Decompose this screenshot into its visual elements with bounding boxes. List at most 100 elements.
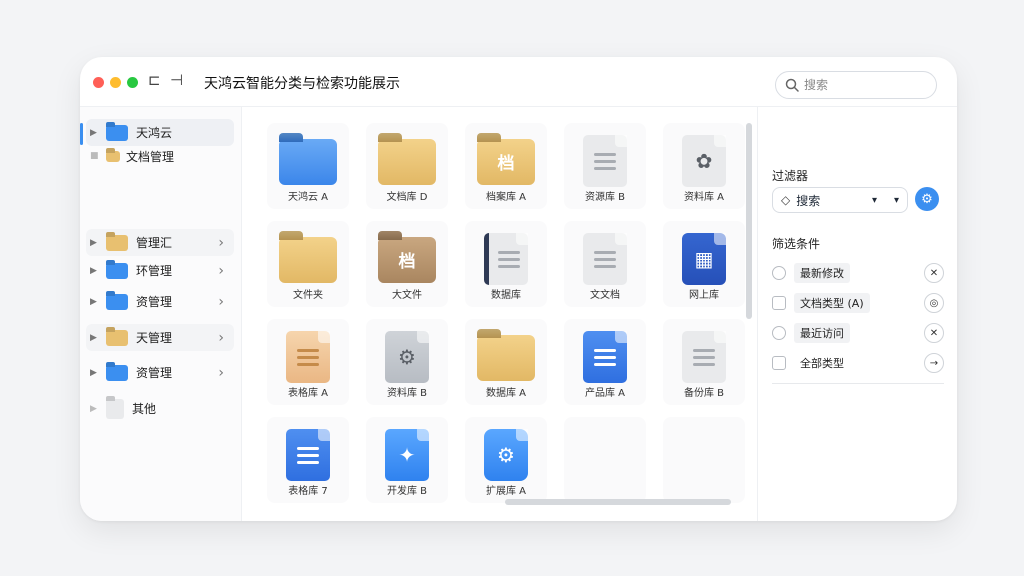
document-icon xyxy=(286,331,330,383)
document-icon xyxy=(286,429,330,481)
grid-item[interactable]: ⚙ 扩展库 A xyxy=(465,417,547,503)
grid-item[interactable]: 文档库 D xyxy=(366,123,448,209)
title-bar: ⊏ ⊣ 天鸿云智能分类与检索功能展示 xyxy=(80,57,957,107)
grid-item-label: 大文件 xyxy=(392,290,422,301)
grid-item[interactable]: 档 大文件 xyxy=(366,221,448,307)
minimize-window-button[interactable] xyxy=(110,77,121,88)
expand-caret-icon[interactable]: ▶ xyxy=(90,368,102,378)
grid-item-label: 产品库 A xyxy=(584,388,626,399)
sidebar-item-huanguanli[interactable]: ▶ 环管理 › xyxy=(86,257,234,284)
sidebar-item-label: 环管理 xyxy=(136,264,173,278)
grid-app-icon: ▦ xyxy=(682,233,726,285)
grid-item-label: 资源库 B xyxy=(584,192,626,203)
folder-icon xyxy=(106,364,128,381)
grid-item[interactable]: 产品库 A xyxy=(564,319,646,405)
filter-option[interactable]: 全部类型 → xyxy=(772,352,944,374)
filter-option-label: 最近访问 xyxy=(794,323,850,343)
grid-item[interactable]: ✿ 资料库 A xyxy=(663,123,745,209)
search-field[interactable] xyxy=(775,71,937,99)
file-grid: 天鸿云 A 文档库 D 档 档案库 A 资源库 B ✿ 资料库 A 文件夹 档 … xyxy=(243,107,756,521)
archive-folder-icon: 档 xyxy=(477,139,535,185)
gear-app-icon: ⚙ xyxy=(484,429,528,481)
filter-settings-button[interactable]: ⚙ xyxy=(915,187,939,211)
grid-item[interactable]: ▦ 网上库 xyxy=(663,221,745,307)
filter-select-value: 搜索 xyxy=(796,193,821,208)
grid-item-label: 资料库 B xyxy=(386,388,428,399)
vertical-scrollbar[interactable] xyxy=(746,123,752,319)
grid-item[interactable]: 天鸿云 A xyxy=(267,123,349,209)
sidebar-item-huiguanli[interactable]: ▶ 管理汇 › xyxy=(86,229,234,256)
robot-icon: ⚙ xyxy=(385,331,429,383)
filter-select[interactable]: ◇ 搜索 ▾ ▾ xyxy=(772,187,908,213)
checkbox[interactable] xyxy=(772,356,786,370)
grid-item-label: 备份库 B xyxy=(683,388,725,399)
sidebar-item-label: 文档管理 xyxy=(126,149,175,164)
sidebar: ▶ 天鸿云 ■ 文档管理 ▶ 管理汇 › ▶ 环管理 › ▶ 资管理 › ▶ 天… xyxy=(80,107,242,521)
sidebar-item-ziguanli-2[interactable]: ▶ 资管理 › xyxy=(86,359,234,386)
close-window-button[interactable] xyxy=(93,77,104,88)
chevron-right-icon: › xyxy=(218,234,224,251)
chevron-down-icon[interactable]: ▾ xyxy=(894,195,899,206)
expand-caret-icon[interactable]: ▶ xyxy=(90,333,102,343)
radio-button[interactable] xyxy=(772,266,786,280)
folder-icon xyxy=(106,262,128,279)
grid-item[interactable]: 表格库 A xyxy=(267,319,349,405)
grid-item-label: 开发库 B xyxy=(386,486,428,497)
sidebar-item-label: 管理汇 xyxy=(136,236,173,250)
search-input[interactable] xyxy=(804,78,924,92)
chevron-right-icon: › xyxy=(218,262,224,279)
expand-caret-icon[interactable]: ▶ xyxy=(90,238,102,248)
sidebar-item-tianguanli[interactable]: ▶ 天管理 › xyxy=(86,324,234,351)
sidebar-item-tianhongyun[interactable]: ▶ 天鸿云 xyxy=(86,119,234,146)
filter-heading: 过滤器 xyxy=(772,169,809,183)
grid-item[interactable]: 数据库 xyxy=(465,221,547,307)
checkbox[interactable] xyxy=(772,296,786,310)
filter-option[interactable]: 最新修改 ✕ xyxy=(772,262,944,284)
sidebar-item-ziguanli[interactable]: ▶ 资管理 › xyxy=(86,288,234,315)
folder-icon xyxy=(106,124,128,141)
grid-item[interactable]: ⚙ 资料库 B xyxy=(366,319,448,405)
filter-option[interactable]: 文档类型 (A) ◎ xyxy=(772,292,944,314)
chevron-down-icon[interactable]: ▾ xyxy=(872,195,877,206)
grid-item-label: 文档库 D xyxy=(386,192,428,203)
expand-caret-icon[interactable]: ▶ xyxy=(90,404,102,414)
sidebar-item-docs[interactable]: ■ 文档管理 xyxy=(86,145,234,167)
grid-item-label: 网上库 xyxy=(689,290,719,301)
grid-item[interactable]: ✦ 开发库 B xyxy=(366,417,448,503)
grid-item[interactable]: 资源库 B xyxy=(564,123,646,209)
book-icon xyxy=(484,233,528,285)
folder-icon xyxy=(279,139,337,185)
nav-icon[interactable]: ⊣ xyxy=(170,71,183,89)
horizontal-scrollbar[interactable] xyxy=(505,499,731,505)
grid-item-label: 天鸿云 A xyxy=(287,192,329,203)
sidebar-toggle-icon[interactable]: ⊏ xyxy=(148,71,161,89)
maximize-window-button[interactable] xyxy=(127,77,138,88)
remove-option-button[interactable]: ✕ xyxy=(924,263,944,283)
options-heading: 筛选条件 xyxy=(772,237,821,251)
grid-item-label: 表格库 A xyxy=(287,388,329,399)
sidebar-active-indicator xyxy=(80,123,83,145)
grid-item[interactable]: 备份库 B xyxy=(663,319,745,405)
folder-icon xyxy=(106,329,128,346)
sidebar-item-other[interactable]: ▶ 其他 xyxy=(86,395,234,422)
grid-item[interactable]: 文件夹 xyxy=(267,221,349,307)
plant-document-icon: ✿ xyxy=(682,135,726,187)
folder-tag: 档 xyxy=(497,154,515,174)
arrow-button[interactable]: → xyxy=(924,353,944,373)
radio-button[interactable] xyxy=(772,326,786,340)
chevron-right-icon: › xyxy=(218,329,224,346)
folder-icon xyxy=(106,293,128,310)
grid-item[interactable]: 表格库 7 xyxy=(267,417,349,503)
filter-option[interactable]: 最近访问 ✕ xyxy=(772,322,944,344)
remove-option-button[interactable]: ✕ xyxy=(924,323,944,343)
grid-item[interactable]: 数据库 A xyxy=(465,319,547,405)
grid-item[interactable]: 文文档 xyxy=(564,221,646,307)
expand-caret-icon[interactable]: ▶ xyxy=(90,266,102,276)
grid-item[interactable]: 档 档案库 A xyxy=(465,123,547,209)
expand-caret-icon[interactable]: ▶ xyxy=(90,128,102,138)
option-target-button[interactable]: ◎ xyxy=(924,293,944,313)
folder-icon xyxy=(106,150,120,162)
grid-item-label: 数据库 xyxy=(491,290,521,301)
expand-caret-icon[interactable]: ▶ xyxy=(90,297,102,307)
search-icon xyxy=(785,78,799,92)
